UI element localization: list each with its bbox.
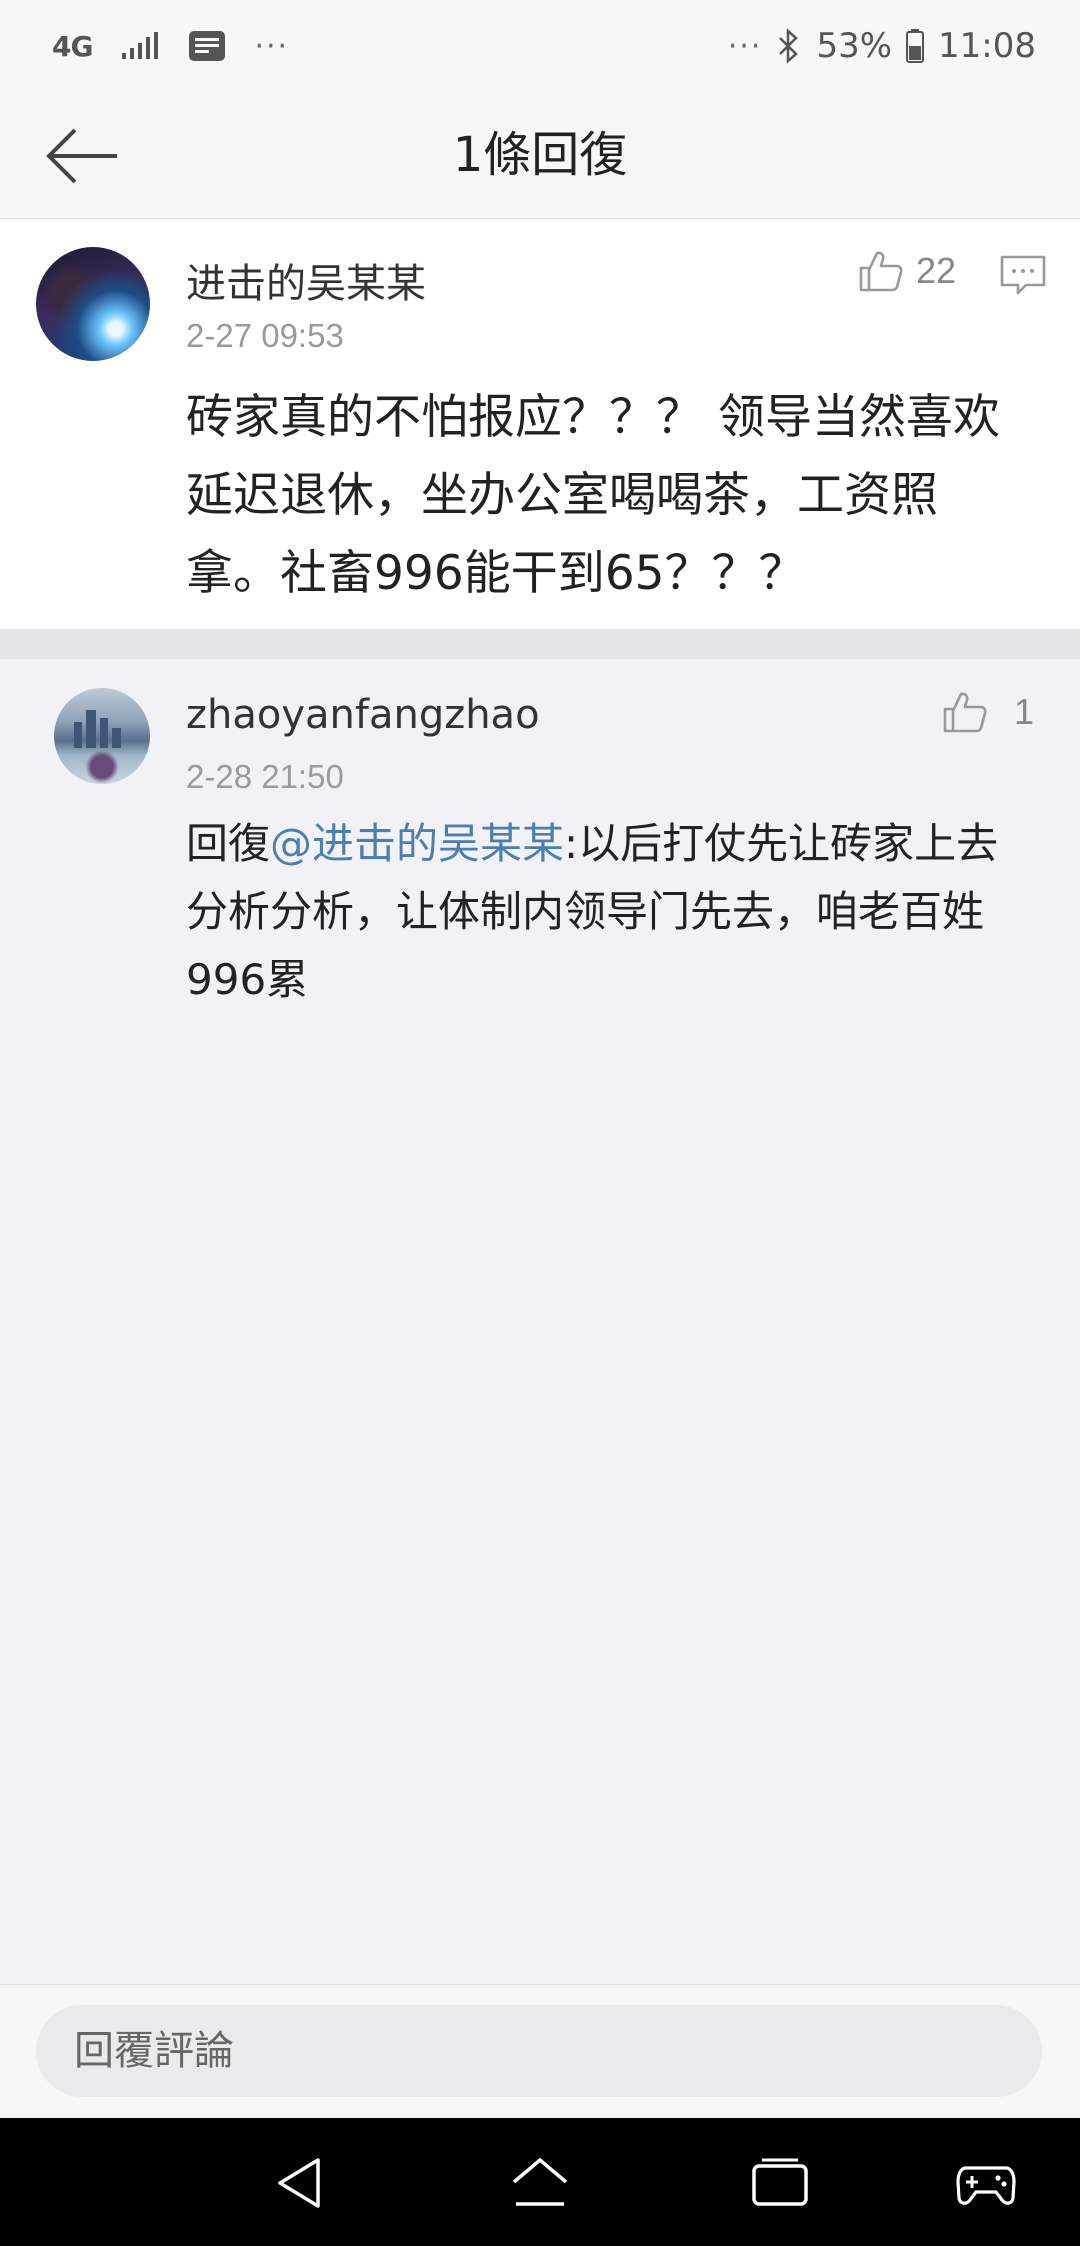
bluetooth-icon — [776, 28, 802, 64]
reply-input-bar: 回覆評論 — [0, 1984, 1080, 2119]
section-divider — [0, 629, 1080, 659]
status-bar: 4G ··· ··· 53% 11:08 — [0, 0, 1080, 92]
message-icon — [188, 30, 226, 62]
triangle-back-icon — [278, 2158, 320, 2208]
like-count: 22 — [916, 250, 957, 291]
page-title: 1條回復 — [452, 127, 628, 183]
reply-mention[interactable]: @进击的吴某某 — [270, 819, 564, 868]
battery-icon — [906, 29, 925, 63]
gamepad-icon — [956, 2166, 1016, 2205]
avatar[interactable] — [36, 247, 150, 361]
comment-username[interactable]: 进击的吴某某 — [186, 251, 426, 309]
more-indicator-right: ··· — [727, 28, 763, 64]
thumbs-up-icon — [859, 251, 903, 292]
system-nav-bar — [0, 2118, 1080, 2246]
reply-input[interactable]: 回覆評論 — [36, 2005, 1042, 2097]
nav-back-button[interactable] — [270, 2156, 330, 2210]
nav-recent-button[interactable] — [750, 2156, 810, 2210]
avatar-building — [112, 728, 121, 748]
nav-home-button[interactable] — [510, 2156, 570, 2210]
reply-like-count: 1 — [1014, 691, 1035, 732]
reply-username[interactable]: zhaoyanfangzhao — [186, 692, 540, 738]
reply-input-placeholder: 回覆評論 — [74, 2028, 234, 2074]
battery-percent: 53% — [816, 26, 893, 66]
comment-icon — [1000, 255, 1046, 295]
network-type: 4G — [52, 29, 93, 63]
more-indicator: ··· — [254, 28, 290, 64]
header: 1條回復 — [0, 92, 1080, 219]
reply-prefix: 回復 — [186, 819, 271, 868]
home-icon — [512, 2158, 568, 2206]
comment-button[interactable] — [1000, 255, 1046, 295]
like-button[interactable]: 22 — [858, 249, 956, 293]
comment-time: 2-27 09:53 — [186, 317, 344, 354]
nav-game-button[interactable] — [956, 2156, 1016, 2210]
thumbs-up-icon — [943, 692, 987, 733]
reply-like-button[interactable]: 1 — [942, 690, 1034, 734]
reply-time: 2-28 21:50 — [186, 758, 344, 795]
recent-apps-icon — [752, 2158, 808, 2206]
reply-avatar[interactable] — [54, 688, 150, 784]
clock: 11:08 — [938, 26, 1036, 66]
main-comment: 进击的吴某某 2-27 09:53 22 砖家真的不怕报应？？？ 领导当然喜欢延… — [0, 219, 1080, 629]
status-right: ··· 53% 11:08 — [728, 20, 1036, 72]
avatar-building — [86, 710, 96, 748]
avatar-building — [74, 722, 82, 748]
signal-icon — [120, 31, 160, 61]
comment-text: 砖家真的不怕报应？？？ 领导当然喜欢延迟退休，坐办公室喝喝茶，工资照拿。社畜99… — [186, 390, 1000, 601]
reply-text: 回復@进击的吴某某:以后打仗先让砖家上去分析分析，让体制内领导门先去，咱老百姓9… — [186, 810, 1006, 1014]
avatar-building — [100, 718, 108, 748]
status-left: 4G ··· — [52, 20, 289, 72]
